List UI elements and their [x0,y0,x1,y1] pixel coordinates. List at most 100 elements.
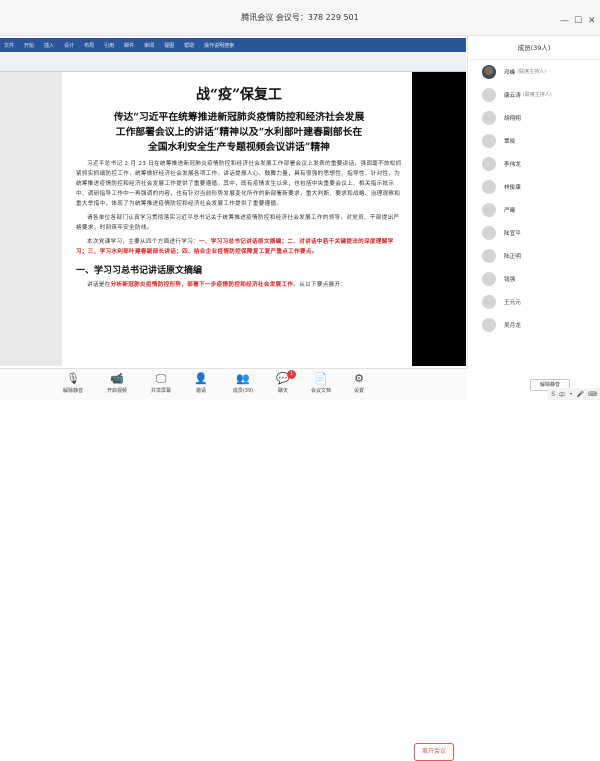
avatar [482,156,496,171]
member-name: 钱强 [504,276,516,283]
paragraph-3: 本次党课学习，主要从四个方面进行学习：一、学习习总书记讲话原文摘编；二、对讲话中… [76,237,402,257]
member-row[interactable]: 康云涛 (联席主持人) [468,83,600,106]
document-subtitle-line-1: 传达“习近平在统筹推进新冠肺炎疫情防控和经济社会发展 [113,112,365,123]
toolbar-label: 开启视频 [106,388,127,394]
leave-meeting-button[interactable]: 离开会议 [414,743,454,761]
ribbon-tab[interactable]: 开始 [24,40,34,52]
toolbar-label: 解除静音 [62,388,83,394]
ribbon-tab[interactable]: 邮件 [124,40,134,52]
document-icon: 📄 [314,372,328,385]
paragraph-4-prefix: 讲话是在 [87,282,111,288]
section-heading-1: 一、学习习总书记讲话原文摘编 [76,266,203,276]
paragraph-1: 习近平总书记 2 月 23 日在统筹推进新冠肺炎疫情防控和经济社会发展工作部署会… [76,161,402,207]
member-name: 吴月龙 [504,322,521,329]
ribbon-tab[interactable]: 插入 [44,40,54,52]
toolbar-label: 聊天 [277,388,288,394]
microphone-button[interactable]: 🎙 解除静音 [58,371,88,394]
document-button[interactable]: 📄 会议文档 [306,371,336,394]
minimize-icon[interactable]: — [560,16,569,26]
chat-badge: 1 [287,370,296,379]
toolbar-label: 邀请 [195,388,206,394]
meeting-toolbar: 🎙 解除静音 📹 开启视频 🖵 共享屏幕 👤 邀请 👥 成员(39) 💬 聊天 1 📄 会议文档 ⚙ 设置 离开… [0,368,467,761]
member-row[interactable]: 陆正明 [468,244,600,267]
member-name: 严曦 [504,207,516,214]
word-ribbon: 文件 开始 插入 设计 布局 引用 邮件 审阅 视图 帮助 操作说明搜索 [0,38,466,72]
member-role: (联席主持人) [522,92,552,98]
tray-icon[interactable]: • [569,391,573,398]
shared-screen: 文件 开始 插入 设计 布局 引用 邮件 审阅 视图 帮助 操作说明搜索 战“疫”保复工 传达“习近… [0,38,466,366]
members-panel: 成员(39人) 邓峰 (联席主持人) 康云涛 (联席主持人) 胡翔翔 覃晓 李伟龙 林俊康 严曦… [467,36,600,368]
paragraph-4-suffix: 。从以下要点展开： [293,282,347,288]
member-name: 覃晓 [504,138,516,145]
window-title: 腾讯会议 会议号：378 229 501 [241,13,359,22]
member-row[interactable]: 吴月龙 [468,313,600,336]
chat-button[interactable]: 💬 聊天 1 [268,370,298,394]
member-row[interactable]: 胡翔翔 [468,106,600,129]
ribbon-tab[interactable]: 布局 [84,40,94,52]
tray-icon[interactable]: 中 [559,390,565,399]
member-name: 陆宜平 [504,230,521,237]
paragraph-3-prefix: 本次党课学习，主要从四个方面进行学习： [87,239,199,245]
members-button[interactable]: 👥 成员(39) [228,371,258,394]
document-title: 战“疫”保复工 [195,87,283,103]
paragraph-2: 请各单位各部门认真学习贯彻落实习近平总书记关于统筹推进疫情防控和经济社会发展工作… [76,215,400,231]
ribbon-tab[interactable]: 帮助 [184,40,194,52]
invite-icon: 👤 [194,372,208,385]
toolbar-label: 成员(39) [232,388,254,394]
settings-button[interactable]: ⚙ 设置 [344,371,374,394]
settings-icon: ⚙ [354,372,364,385]
member-row[interactable]: 陆宜平 [468,221,600,244]
member-name: 邓峰 [504,69,516,76]
toolbar-label: 会议文档 [310,388,331,394]
tray-icon[interactable]: 🎤 [577,391,584,398]
tray-icon[interactable]: S [551,391,555,398]
ribbon-toolbar [0,52,466,72]
member-row[interactable]: 李伟龙 [468,152,600,175]
toolbar-label: 设置 [353,388,364,394]
member-list: 邓峰 (联席主持人) 康云涛 (联席主持人) 胡翔翔 覃晓 李伟龙 林俊康 严曦 陆宜平 陆正明 钱强… [468,60,600,336]
maximize-icon[interactable]: ☐ [574,16,582,26]
ribbon-tab[interactable]: 文件 [4,40,14,52]
member-name: 李伟龙 [504,161,521,168]
avatar [482,225,496,240]
close-icon[interactable]: ✕ [588,16,596,26]
camera-icon: 📹 [110,372,124,385]
member-name: 王元元 [504,299,521,306]
member-row[interactable]: 钱强 [468,267,600,290]
screen-margin [412,72,466,366]
microphone-icon: 🎙 [66,372,80,385]
document-page: 战“疫”保复工 传达“习近平在统筹推进新冠肺炎疫情防控和经济社会发展 工作部署会… [62,72,412,366]
avatar [482,133,496,148]
member-row[interactable]: 严曦 [468,198,600,221]
member-role: (联席主持人) [517,69,547,75]
avatar [482,271,496,286]
title-bar: 腾讯会议 会议号：378 229 501 — ☐ ✕ [0,0,600,36]
avatar [482,248,496,263]
tray-icon[interactable]: ⌨ [588,391,597,398]
ribbon-tab[interactable]: 设计 [64,40,74,52]
member-row[interactable]: 王元元 [468,290,600,313]
share-screen-button[interactable]: 🖵 共享屏幕 [146,371,176,394]
member-row[interactable]: 林俊康 [468,175,600,198]
camera-button[interactable]: 📹 开启视频 [102,371,132,394]
invite-button[interactable]: 👤 邀请 [186,371,216,394]
member-name: 陆正明 [504,253,521,260]
ribbon-tab[interactable]: 引用 [104,40,114,52]
ribbon-tab[interactable]: 视图 [164,40,174,52]
member-name: 胡翔翔 [504,115,521,122]
ribbon-tabs: 文件 开始 插入 设计 布局 引用 邮件 审阅 视图 帮助 操作说明搜索 [4,40,462,52]
paragraph-4-highlight: 分析新冠肺炎疫情防控形势，部署下一步疫情防控和经济社会发展工作 [110,282,294,288]
member-name: 康云涛 [504,92,521,99]
paragraph-4: 讲话是在分析新冠肺炎疫情防控形势，部署下一步疫情防控和经济社会发展工作。从以下要… [76,280,402,290]
members-header: 成员(39人) [468,36,600,60]
ribbon-tab[interactable]: 审阅 [144,40,154,52]
avatar [482,294,496,309]
ribbon-tab[interactable]: 操作说明搜索 [204,40,234,52]
member-row[interactable]: 邓峰 (联席主持人) [468,60,600,83]
avatar [482,202,496,217]
system-tray: S 中 • 🎤 ⌨ [548,388,600,400]
share-screen-icon: 🖵 [155,372,167,385]
member-row[interactable]: 覃晓 [468,129,600,152]
document-subtitle-line-2: 工作部署会议上的讲话”精神以及“水利部叶建春副部长在 [115,127,363,138]
member-name: 林俊康 [504,184,521,191]
